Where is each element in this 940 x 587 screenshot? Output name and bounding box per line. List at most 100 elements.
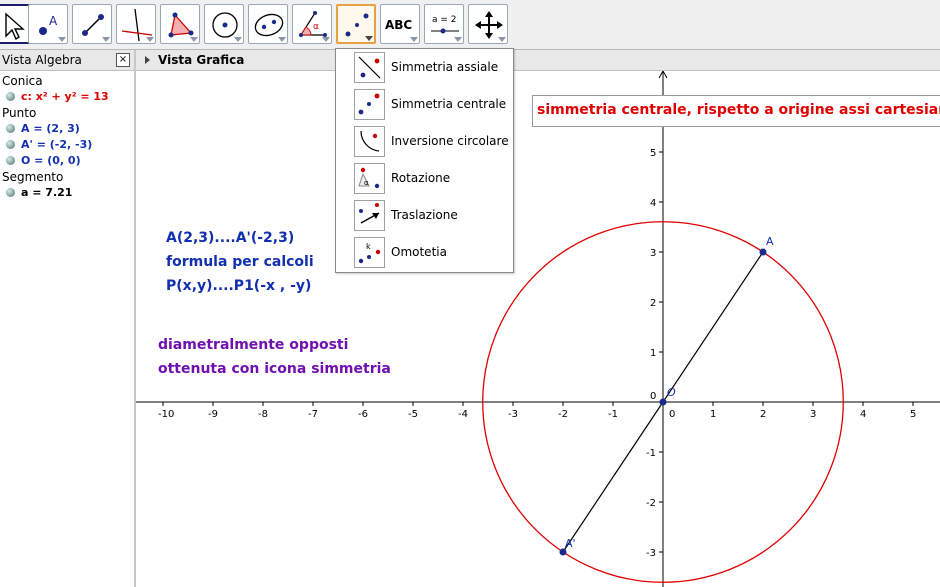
title-text-box[interactable]: simmetria centrale, rispetto a origine a… — [532, 95, 940, 127]
x-tick-label: -2 — [558, 409, 568, 420]
menu-item-dilation[interactable]: k Omotetia — [336, 234, 513, 271]
algebra-item-circle-c[interactable]: c: x² + y² = 13 — [0, 89, 134, 105]
svg-text:k: k — [366, 242, 371, 251]
text-coordinates-3[interactable]: P(x,y)....P1(-x , -y) — [166, 278, 311, 294]
menu-item-label: Inversione circolare — [391, 134, 509, 148]
x-tick-label: -8 — [258, 409, 268, 420]
dilation-icon: k — [354, 237, 385, 268]
menu-item-circle-inversion[interactable]: Inversione circolare — [336, 123, 513, 160]
x-tick-label: 0 — [669, 409, 675, 420]
visibility-toggle-icon[interactable] — [6, 156, 15, 165]
algebra-view: Vista Algebra × Conica c: x² + y² = 13 P… — [0, 50, 136, 587]
y-tick-label: 5 — [650, 148, 656, 159]
menu-item-rotation[interactable]: α Rotazione — [336, 160, 513, 197]
visibility-toggle-icon[interactable] — [6, 92, 15, 101]
svg-text:ABC: ABC — [385, 18, 412, 32]
x-tick-label: 3 — [810, 409, 816, 420]
axial-symmetry-icon — [354, 52, 385, 83]
algebra-item-label: c: x² + y² = 13 — [21, 90, 109, 103]
menu-item-translation[interactable]: Traslazione — [336, 197, 513, 234]
move-view-tool-button[interactable] — [468, 4, 508, 44]
category-conica: Conica — [2, 74, 43, 88]
translation-icon — [354, 200, 385, 231]
x-tick-label: 4 — [860, 409, 866, 420]
visibility-toggle-icon[interactable] — [6, 124, 15, 133]
y-tick-label: 3 — [650, 248, 656, 259]
y-tick-label: -2 — [646, 498, 656, 509]
point-a-label: A — [766, 235, 774, 248]
x-tick-label: -9 — [208, 409, 218, 420]
toolbar: A α ABC a = 2 — [0, 0, 940, 50]
circle-inversion-icon — [354, 126, 385, 157]
ellipse-tool-button[interactable] — [248, 4, 288, 44]
x-tick-label: -1 — [608, 409, 618, 420]
slider-tool-button[interactable]: a = 2 — [424, 4, 464, 44]
rotation-icon: α — [354, 163, 385, 194]
text-note-2[interactable]: ottenuta con icona simmetria — [158, 361, 391, 377]
close-icon[interactable]: × — [116, 53, 130, 67]
svg-text:α: α — [364, 179, 369, 187]
circle-tool-button[interactable] — [204, 4, 244, 44]
algebra-view-title: Vista Algebra — [2, 53, 82, 67]
transform-tools-dropdown: Simmetria assiale Simmetria centrale Inv… — [335, 48, 514, 273]
x-tick-label: -5 — [408, 409, 418, 420]
line-tool-button[interactable] — [72, 4, 112, 44]
algebra-item-segment-a[interactable]: a = 7.21 — [0, 185, 134, 201]
text-coordinates-1[interactable]: A(2,3)....A'(-2,3) — [166, 230, 294, 246]
graphics-canvas[interactable]: -10-9-8-7-6-5-4-3-2-1012345 6543210-1-2-… — [136, 71, 940, 587]
algebra-view-header: Vista Algebra × — [0, 50, 134, 71]
menu-item-label: Traslazione — [391, 208, 458, 222]
algebra-item-label: A = (2, 3) — [21, 122, 80, 135]
visibility-toggle-icon[interactable] — [6, 140, 15, 149]
y-tick-label: 2 — [650, 298, 656, 309]
x-tick-label: -3 — [508, 409, 518, 420]
algebra-item-point-a1[interactable]: A' = (-2, -3) — [0, 137, 134, 153]
menu-item-central-symmetry[interactable]: Simmetria centrale — [336, 86, 513, 123]
reflect-tool-button[interactable] — [336, 4, 376, 44]
text-coordinates-2[interactable]: formula per calcoli — [166, 254, 314, 270]
menu-item-label: Rotazione — [391, 171, 451, 185]
svg-text:A: A — [49, 14, 58, 28]
algebra-item-label: A' = (-2, -3) — [21, 138, 93, 151]
algebra-item-label: a = 7.21 — [21, 186, 73, 199]
svg-text:a = 2: a = 2 — [432, 15, 457, 25]
central-symmetry-icon — [354, 89, 385, 120]
algebra-item-point-a[interactable]: A = (2, 3) — [0, 121, 134, 137]
algebra-item-point-o[interactable]: O = (0, 0) — [0, 153, 134, 169]
text-tool-button[interactable]: ABC — [380, 4, 420, 44]
axes — [136, 71, 940, 587]
graphics-view-title: Vista Grafica — [158, 53, 245, 67]
y-tick-group: 6543210-1-2-3 — [646, 98, 663, 559]
text-note-1[interactable]: diametralmente opposti — [158, 337, 348, 353]
x-tick-label: 5 — [910, 409, 916, 420]
x-tick-label: -6 — [358, 409, 368, 420]
point-o[interactable] — [659, 398, 667, 406]
menu-item-axial-symmetry[interactable]: Simmetria assiale — [336, 49, 513, 86]
category-punto: Punto — [2, 106, 37, 120]
menu-item-label: Omotetia — [391, 245, 447, 259]
point-a[interactable] — [759, 248, 767, 256]
svg-text:α: α — [313, 22, 319, 32]
algebra-item-label: O = (0, 0) — [21, 154, 81, 167]
angle-tool-button[interactable]: α — [292, 4, 332, 44]
x-tick-label: -4 — [458, 409, 468, 420]
category-segmento: Segmento — [2, 170, 64, 184]
algebra-object-list: Conica c: x² + y² = 13 Punto A = (2, 3) … — [0, 71, 134, 201]
visibility-toggle-icon[interactable] — [6, 188, 15, 197]
point-o-label: O — [667, 386, 676, 399]
y-tick-label: 0 — [650, 391, 656, 402]
point-a-prime-label: A' — [565, 537, 576, 550]
x-tick-label: 2 — [760, 409, 766, 420]
y-tick-label: 4 — [650, 198, 656, 209]
collapse-triangle-icon[interactable] — [145, 56, 150, 64]
x-tick-group: -10 -9 -8 -7 -6 -5 -4 -3 -2 -1 0 1 2 3 4 5 — [158, 402, 916, 420]
perpendicular-tool-button[interactable] — [116, 4, 156, 44]
y-tick-label: 1 — [650, 348, 656, 359]
new-point-tool-button[interactable]: A — [28, 4, 68, 44]
x-tick-label: -7 — [308, 409, 318, 420]
menu-item-label: Simmetria centrale — [391, 97, 507, 111]
y-tick-label: -3 — [646, 548, 656, 559]
y-tick-label: -1 — [646, 448, 656, 459]
menu-item-label: Simmetria assiale — [391, 60, 499, 74]
polygon-tool-button[interactable] — [160, 4, 200, 44]
